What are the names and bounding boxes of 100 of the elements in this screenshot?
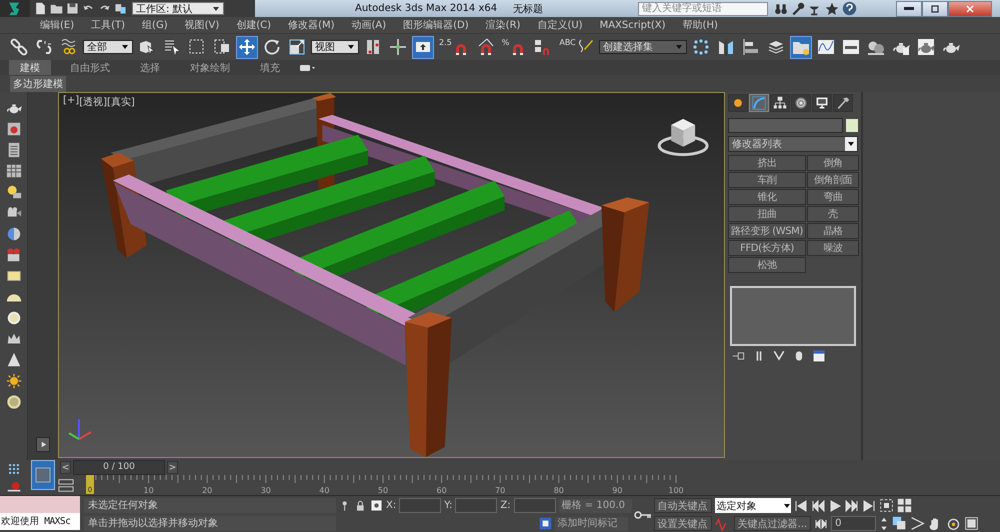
modifier-button[interactable]: 挤出 xyxy=(728,155,806,171)
sun-tab[interactable] xyxy=(728,94,748,112)
ribbon-tab[interactable]: 建模 xyxy=(9,60,51,75)
move-icon xyxy=(238,38,256,56)
next-frame-button[interactable]: > xyxy=(167,461,178,474)
toolbar-dropdown[interactable]: 创建选择集 xyxy=(598,40,687,54)
view-cube-icon[interactable] xyxy=(658,118,709,156)
caret-icon xyxy=(782,502,791,510)
listener-output[interactable]: 欢迎使用 MAXSc xyxy=(0,513,80,530)
curve-icon xyxy=(752,96,766,110)
maximize-button[interactable] xyxy=(922,0,948,16)
ribbon-tab[interactable]: 对象绘制 xyxy=(179,60,241,75)
hammer-icon xyxy=(836,96,850,110)
ribbon-panel-label[interactable]: 多边形建模 xyxy=(10,76,66,92)
modifier-button[interactable]: FFD(长方体) xyxy=(728,240,806,256)
window-title: Autodesk 3ds Max 2014 x64 xyxy=(355,3,498,14)
scale-icon xyxy=(288,38,306,56)
modifier-button[interactable]: 车削 xyxy=(728,172,806,188)
menu-item[interactable]: 视图(V) xyxy=(184,18,220,32)
modifier-button[interactable]: 晶格 xyxy=(807,223,859,239)
viewport-label[interactable]: [透视] xyxy=(79,95,107,109)
previous-frame-button[interactable]: < xyxy=(60,461,71,474)
magnet-tool[interactable]: 2.5 xyxy=(437,36,472,58)
menu-item[interactable]: 编辑(E) xyxy=(40,18,74,32)
tree-tab[interactable] xyxy=(770,94,790,112)
modifier-button[interactable]: 弯曲 xyxy=(807,189,859,205)
menu-item[interactable]: 创建(C) xyxy=(236,18,272,32)
menu-item[interactable]: 组(G) xyxy=(142,18,168,32)
monitor-tab[interactable] xyxy=(812,94,832,112)
ribbon-tab[interactable]: 选择 xyxy=(129,60,171,75)
modifier-button[interactable]: 锥化 xyxy=(728,189,806,205)
menu-item[interactable]: 自定义(U) xyxy=(537,18,583,32)
target-tab[interactable] xyxy=(791,94,811,112)
ribbon-tab[interactable]: 自由形式 xyxy=(59,60,121,75)
viewport-label[interactable]: [+] xyxy=(63,95,80,109)
key-mode-dropdown[interactable]: 选定对象 xyxy=(714,498,791,513)
modifier-button[interactable]: 松弛 xyxy=(728,257,806,273)
modifier-button[interactable]: 倒角剖面 xyxy=(807,172,859,188)
minimize-button[interactable] xyxy=(896,0,922,16)
caret-icon xyxy=(847,140,855,148)
chain-tool[interactable] xyxy=(8,36,30,58)
toolbar-dropdown[interactable]: 视图 xyxy=(311,40,359,54)
render-window-icon xyxy=(6,121,22,137)
spinner-icon xyxy=(879,516,890,532)
schematic-icon xyxy=(842,38,860,56)
search-field[interactable]: 键入关键字或短语 xyxy=(638,2,768,16)
selection-status: 未选定任何对象 xyxy=(84,498,336,513)
color-swatch[interactable] xyxy=(846,119,858,132)
play-button[interactable] xyxy=(36,437,50,452)
close-button[interactable] xyxy=(948,0,992,16)
modifier-stack-list[interactable] xyxy=(730,286,856,346)
layers-icon xyxy=(766,38,785,56)
modifier-button[interactable]: 路径变形 (WSM) xyxy=(728,223,806,239)
tick-label: 100 xyxy=(668,486,684,495)
auto-key-button[interactable]: 自动关键点 xyxy=(654,498,712,513)
curve-graph-icon xyxy=(816,38,835,56)
name-field[interactable] xyxy=(728,118,843,133)
tick-label: 90 xyxy=(612,486,622,495)
go-to-end-icon xyxy=(862,498,876,512)
coordinate-field[interactable] xyxy=(514,498,556,513)
menu-item[interactable]: 图形编辑器(D) xyxy=(403,18,469,32)
set-key-button[interactable]: 设置关键点 xyxy=(654,516,712,531)
menu-item[interactable]: 修改器(M) xyxy=(288,18,334,32)
current-frame-field[interactable]: 0 xyxy=(831,516,876,531)
listener-input[interactable] xyxy=(0,496,80,513)
modifier-button[interactable]: 扭曲 xyxy=(728,206,806,222)
toolbar-dropdown[interactable]: 全部 xyxy=(83,40,133,54)
zoom-extents-icon xyxy=(878,498,894,513)
timeline-ruler[interactable] xyxy=(95,475,676,484)
hammer-tab[interactable] xyxy=(833,94,853,112)
coordinate-field[interactable] xyxy=(399,498,442,513)
workspace-dropdown[interactable]: 工作区: 默认 xyxy=(132,2,224,15)
align-icon xyxy=(742,38,760,56)
angle-magnet-icon xyxy=(476,38,495,56)
menu-item[interactable]: 渲染(R) xyxy=(486,18,520,32)
viewport-layout-button[interactable] xyxy=(31,460,55,490)
modifier-list-dropdown[interactable]: 修改器列表 xyxy=(728,136,858,152)
previous-key-icon xyxy=(810,498,825,512)
menu-item[interactable]: 动画(A) xyxy=(352,18,386,32)
ribbon-tab[interactable]: 填充 xyxy=(249,60,291,75)
pencil-tool[interactable]: ABC xyxy=(557,36,596,58)
minimize-icon xyxy=(904,7,914,10)
move-tool[interactable] xyxy=(236,36,258,58)
time-tag-button[interactable]: 添加时间标记 xyxy=(554,516,628,530)
modifier-button[interactable]: 倒角 xyxy=(807,155,859,171)
menu-item[interactable]: MAXScript(X) xyxy=(600,20,666,30)
folder-tool[interactable] xyxy=(790,36,812,58)
magnet-tool[interactable]: % xyxy=(500,36,530,58)
menu-item[interactable]: 工具(T) xyxy=(91,18,126,32)
modifier-button[interactable]: 壳 xyxy=(807,206,859,222)
viewport-label[interactable]: [真实] xyxy=(107,95,135,109)
tick-label: 20 xyxy=(202,486,212,495)
tick-label: 70 xyxy=(495,486,506,495)
coordinate-label: Y: xyxy=(444,500,452,511)
menu-item[interactable]: 帮助(H) xyxy=(682,18,718,32)
modifier-button[interactable]: 噪波 xyxy=(807,240,859,256)
target-icon xyxy=(794,96,808,110)
coordinate-field[interactable] xyxy=(455,498,498,513)
selection-toggle-icon xyxy=(370,499,383,512)
key-filters-button[interactable]: 关键点过滤器... xyxy=(734,516,812,531)
